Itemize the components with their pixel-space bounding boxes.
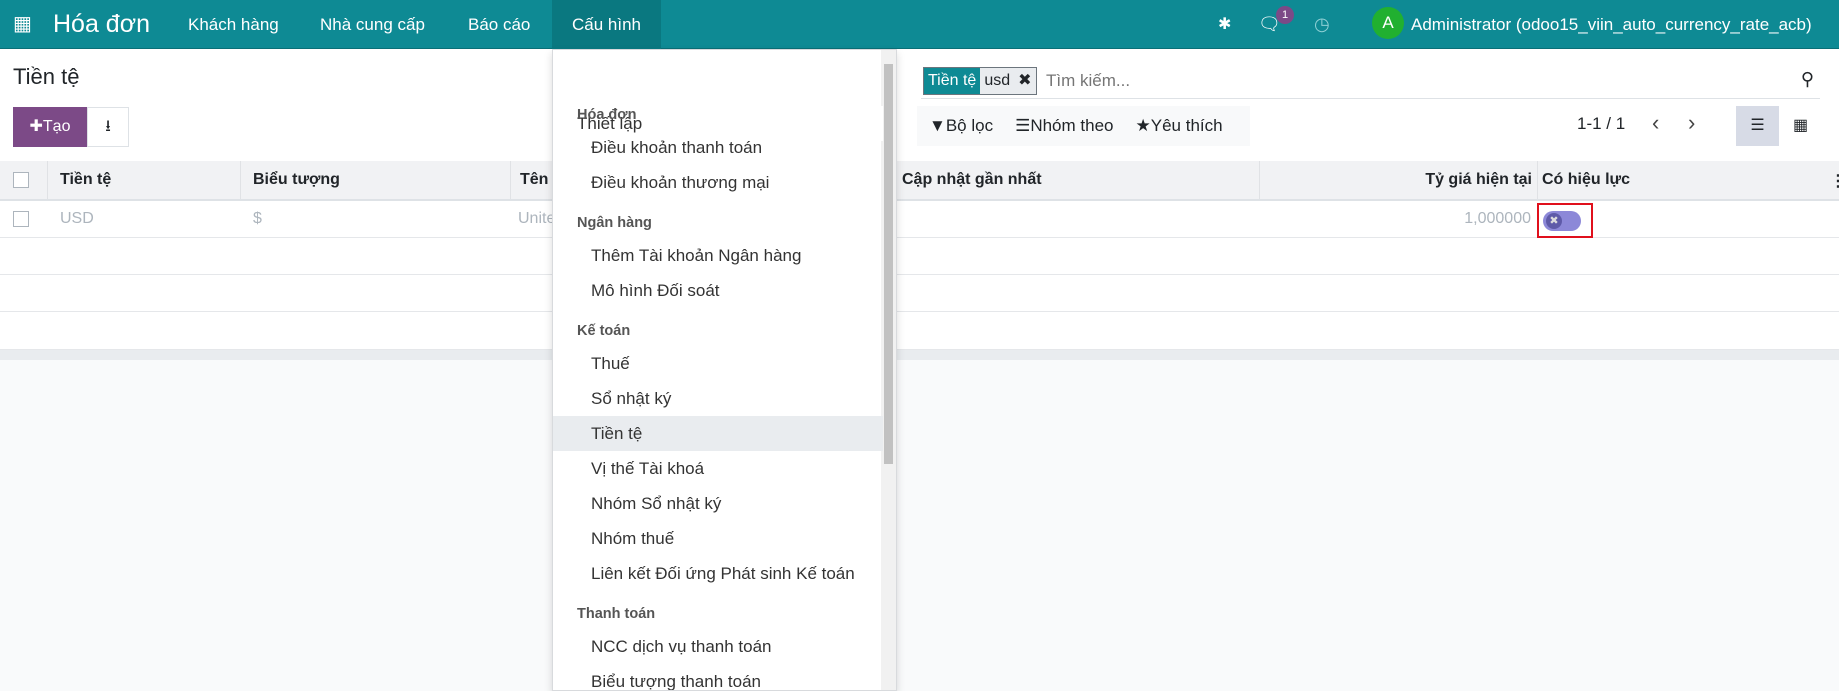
menu-customers[interactable]: Khách hàng [188,0,279,49]
search-icon[interactable]: ⚲ [1801,69,1814,90]
cell-currency: USD [60,210,94,227]
empty-row [0,275,1839,312]
menu-item[interactable]: Thuế [553,346,883,381]
kanban-view-button[interactable]: ▦ [1779,106,1822,146]
menu-item[interactable]: Nhóm thuế [553,521,883,556]
page-title: Tiền tệ [13,64,80,89]
row-checkbox[interactable] [13,211,29,227]
download-icon: ⭳ [105,118,111,135]
filter-label: Bộ lọc [945,116,994,135]
menu-reports[interactable]: Báo cáo [468,0,530,49]
menu-item[interactable]: Mô hình Đối soát [553,273,883,308]
download-button[interactable]: ⭳ [87,107,129,147]
debug-bug-icon[interactable]: ✱ [1218,0,1231,49]
x-icon: ✖ [1546,213,1562,229]
active-toggle-highlight: ✖ [1537,203,1593,238]
menu-header: Thanh toán [577,606,656,622]
menu-item[interactable]: Liên kết Đối ứng Phát sinh Kế toán [553,556,883,591]
menu-item[interactable]: Nhóm Sổ nhật ký [553,486,883,521]
facet-key: Tiền tệ [924,68,981,94]
chat-count-badge: 1 [1276,6,1294,24]
navbar: ▦ Hóa đơn Khách hàng Nhà cung cấp Báo cá… [0,0,1839,49]
menu-item[interactable]: Vị thế Tài khoá [553,451,883,486]
cell-rate: 1,000000 [1464,210,1531,227]
apps-menu-icon[interactable]: ▦ [13,0,32,49]
menu-item[interactable]: NCC dịch vụ thanh toán [553,629,883,664]
menu-vendors[interactable]: Nhà cung cấp [320,0,425,49]
col-currency[interactable]: Tiền tệ [60,171,111,189]
col-name[interactable]: Tên [520,171,548,189]
table-header: Tiền tệ Biểu tượng Tên Cập nhật gần nhất… [0,161,1839,201]
col-last-update[interactable]: Cập nhật gần nhất [902,171,1042,189]
pager-prev-icon[interactable]: ‹ [1652,110,1659,136]
search-bar: Tiền tệ usd ✖ ⚲ [921,65,1820,99]
menu-item[interactable]: Thêm Tài khoản Ngân hàng [553,238,883,273]
menu-item-currencies[interactable]: Tiền tệ [553,416,883,451]
filter-button[interactable]: ▼Bộ lọc [929,116,993,136]
app-name[interactable]: Hóa đơn [53,0,150,49]
menu-item-payment-terms[interactable]: Điều khoản thanh toán [553,130,883,165]
col-current-rate[interactable]: Tỷ giá hiện tại [1425,171,1532,189]
menu-configuration[interactable]: Cấu hình [552,0,661,49]
select-all-checkbox[interactable] [13,172,29,188]
menu-header: Ngân hàng [577,215,652,231]
active-toggle[interactable]: ✖ [1543,211,1581,231]
chat-icon[interactable]: 🗨 [1258,0,1281,49]
col-active[interactable]: Có hiệu lực [1542,171,1630,189]
menu-header: Kế toán [577,323,631,339]
cell-symbol: $ [253,210,262,227]
empty-row [0,238,1839,275]
pager-value[interactable]: 1-1 / 1 [1577,114,1625,134]
create-button[interactable]: ✚Tạo [13,107,87,147]
optional-columns-icon[interactable]: ⋮ [1830,171,1839,191]
user-menu[interactable]: Administrator (odoo15_viin_auto_currency… [1411,0,1812,49]
favorites-label: Yêu thích [1150,116,1223,135]
cell-name: Unite [518,210,556,227]
menu-scrollbar[interactable] [881,50,896,690]
divider [0,350,1839,360]
search-input[interactable] [1046,68,1646,94]
configuration-dropdown: Thiết lập Hóa đơn Điều khoản thanh toán … [552,49,897,691]
activity-clock-icon[interactable]: ◷ [1314,0,1330,49]
search-facet: Tiền tệ usd ✖ [923,67,1037,95]
group-by-button[interactable]: ☰Nhóm theo [1015,116,1113,136]
list-view-button[interactable]: ☰ [1736,106,1779,146]
avatar[interactable]: A [1372,7,1404,39]
search-options: ▼Bộ lọc ☰Nhóm theo ★Yêu thích [917,106,1250,146]
menu-item[interactable]: Biểu tượng thanh toán [553,664,883,690]
menu-item[interactable]: Sổ nhật ký [553,381,883,416]
pager-next-icon[interactable]: › [1688,110,1695,136]
remove-facet-icon[interactable]: ✖ [1014,68,1036,94]
create-label: Tạo [42,118,71,135]
group-by-label: Nhóm theo [1030,116,1114,135]
menu-item[interactable]: Điều khoản thương mại [553,165,883,200]
plus-icon: ✚ [29,118,43,135]
col-symbol[interactable]: Biểu tượng [253,171,340,189]
favorites-button[interactable]: ★Yêu thích [1136,116,1223,136]
empty-row [0,312,1839,350]
facet-value: usd [980,68,1015,94]
menu-header: Hóa đơn [577,107,637,123]
